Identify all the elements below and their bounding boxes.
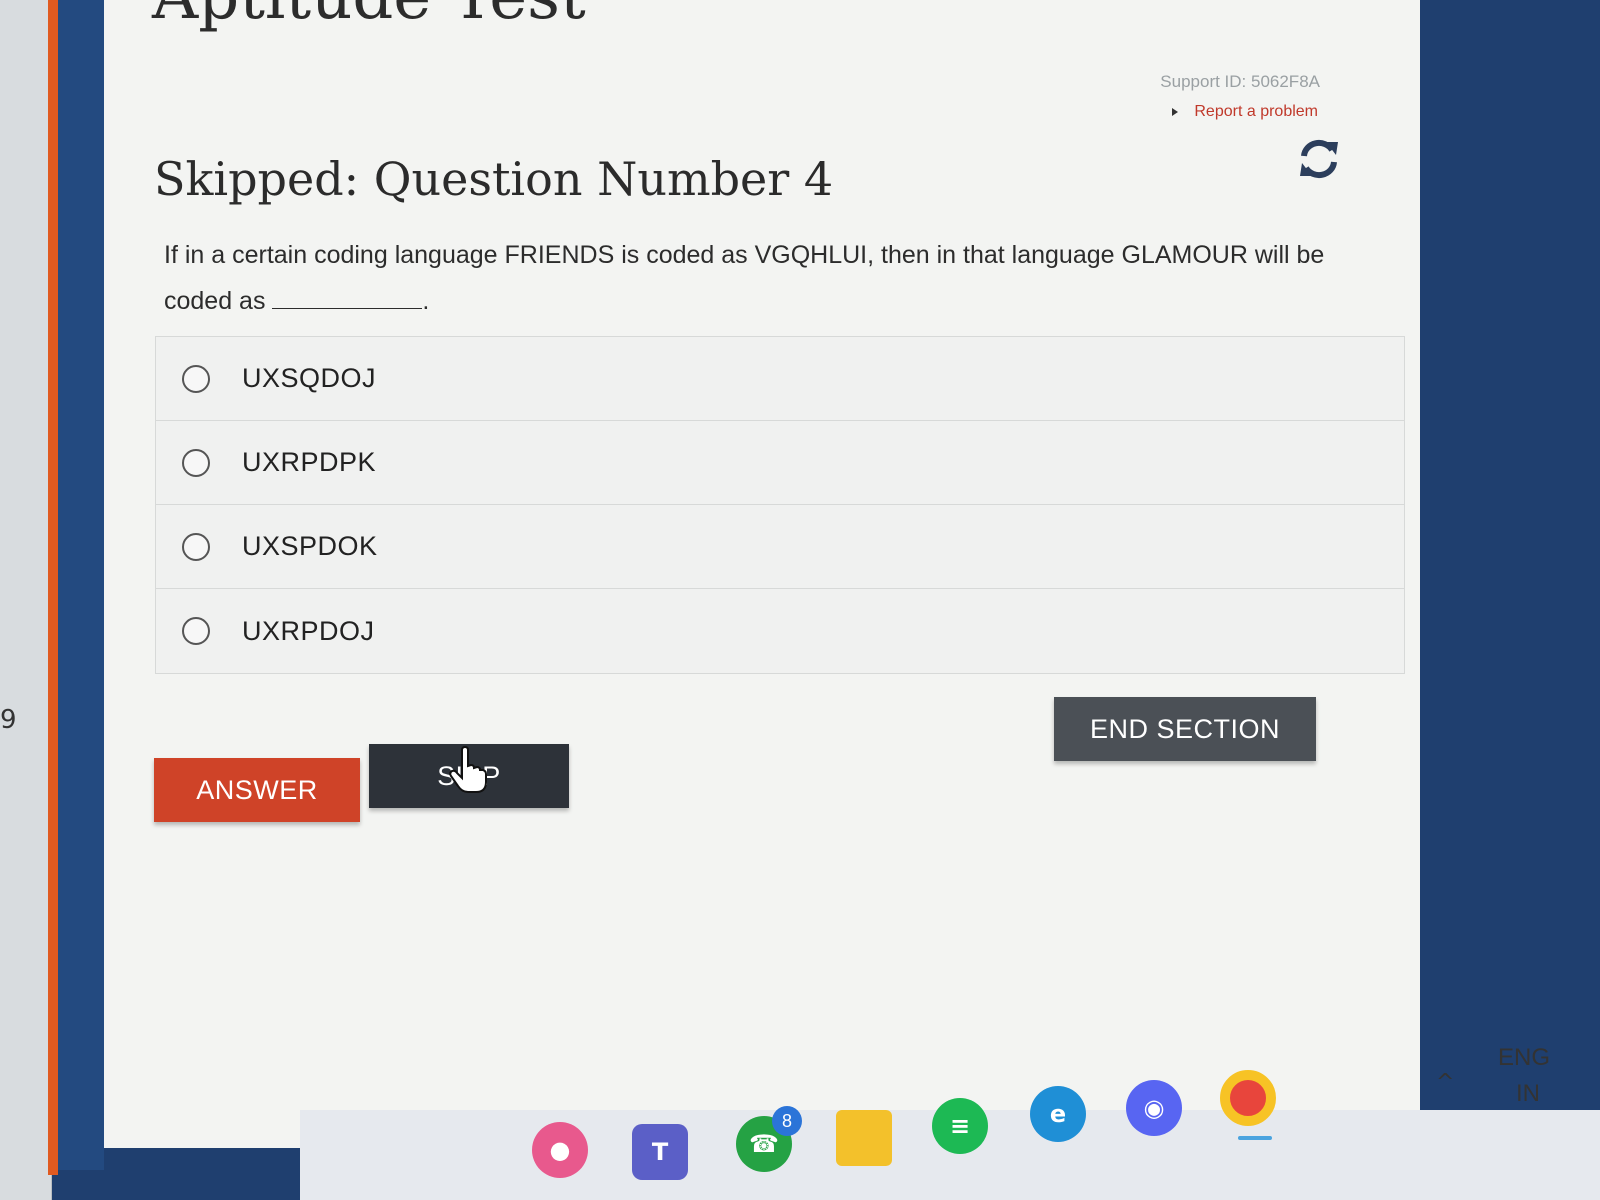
refresh-icon[interactable] [1296,138,1342,180]
option-label: UXSPDOK [242,531,378,561]
radio-button[interactable] [182,617,210,645]
desktop-frame [58,0,104,1170]
answer-options: UXSQDOJ UXRPDPK UXSPDOK UXRPDOJ [155,336,1405,674]
file-explorer-icon[interactable] [836,1110,892,1166]
support-id: Support ID: 5062F8A [1160,72,1320,91]
report-problem-label: Report a problem [1194,103,1318,120]
partial-text: 9 [0,705,17,735]
report-problem-link[interactable]: Report a problem [1172,103,1318,121]
copilot-icon[interactable]: ● [532,1122,588,1178]
end-section-button[interactable]: END SECTION [1054,697,1316,761]
option-3[interactable]: UXSPDOK [156,505,1404,589]
window-edge-accent [48,0,58,1175]
option-label: UXRPDPK [242,447,377,477]
chrome-icon[interactable] [1220,1070,1276,1126]
background-window-strip: 9 [0,0,52,1200]
question-period: . [422,287,430,315]
spotify-icon[interactable]: ≡ [932,1098,988,1154]
radio-button[interactable] [182,532,210,561]
answer-blank [272,289,423,309]
teams-icon[interactable]: T [632,1124,688,1180]
option-label: UXRPDOJ [242,615,375,646]
hand-cursor-icon [449,746,487,793]
answer-button[interactable]: ANSWER [154,758,360,822]
question-heading: Skipped: Question Number 4 [154,152,834,206]
language-indicator[interactable]: ENG [1498,1044,1550,1072]
radio-button[interactable] [182,364,210,393]
chevron-up-icon[interactable]: ^ [1436,1070,1454,1095]
notification-badge: 8 [772,1106,802,1136]
discord-icon[interactable]: ◉ [1126,1080,1182,1136]
active-app-indicator [1238,1136,1272,1140]
option-4[interactable]: UXRPDOJ [156,589,1404,673]
edge-icon[interactable]: e [1030,1086,1086,1142]
option-label: UXSQDOJ [242,363,377,393]
caret-right-icon [1172,107,1179,116]
page-title: Aptitude Test [152,0,586,34]
radio-button[interactable] [182,448,210,477]
question-text: If in a certain coding language FRIENDS … [164,232,1354,324]
region-indicator[interactable]: IN [1516,1080,1540,1108]
option-2[interactable]: UXRPDPK [156,421,1404,505]
option-1[interactable]: UXSQDOJ [156,337,1404,421]
